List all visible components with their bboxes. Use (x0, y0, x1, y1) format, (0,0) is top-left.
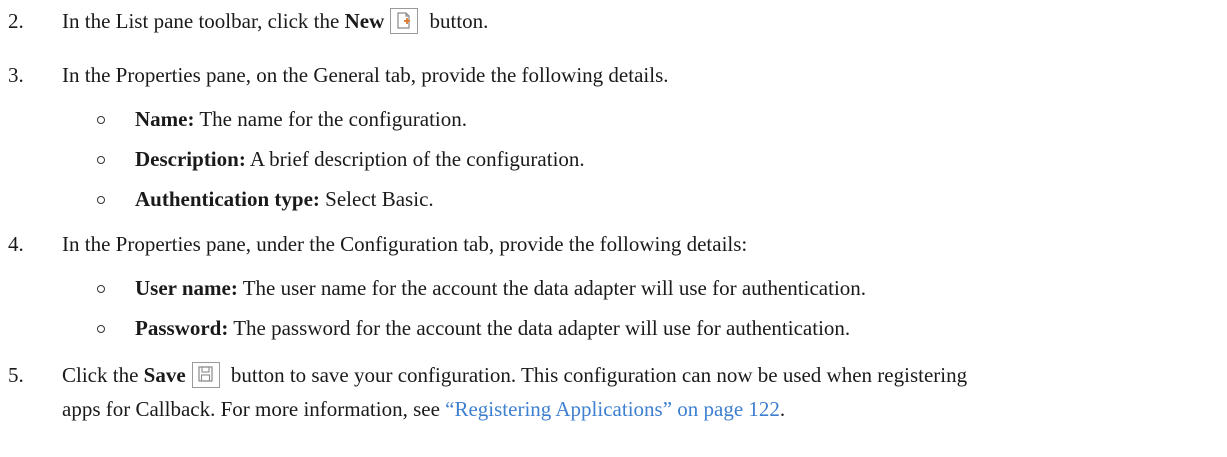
bullet-label: Description: (135, 147, 246, 171)
step-text: apps for Callback. For more information,… (62, 397, 446, 421)
step-text: Click the (62, 363, 144, 387)
new-button-label: New (344, 9, 385, 33)
bullet-label: Password: (135, 316, 229, 340)
step-text: In the Properties pane, on the General t… (62, 63, 669, 87)
step-number: 3. (8, 63, 24, 87)
bullet-label: Authentication type: (135, 187, 320, 211)
step-5-continuation: apps for Callback. For more information,… (62, 396, 785, 422)
registering-applications-link[interactable]: “Registering Applications” on page 122 (445, 397, 780, 421)
bullet-icon (97, 285, 105, 293)
bullet-text: A brief description of the configuration… (245, 147, 585, 171)
step-text: In the List pane toolbar, click the (62, 9, 345, 33)
step-text: In the Properties pane, under the Config… (62, 232, 748, 256)
bullet-label: Name: (135, 107, 195, 131)
bullet-icon (97, 325, 105, 333)
bullet-text: The user name for the account the data a… (237, 276, 867, 300)
bullet-icon (97, 156, 105, 164)
bullet-text: The password for the account the data ad… (228, 316, 851, 340)
save-button-label: Save (143, 363, 186, 387)
save-icon (191, 362, 220, 388)
step-number: 4. (8, 232, 24, 256)
step-text-end: button to save your configuration. This … (225, 363, 968, 387)
new-document-icon (390, 8, 419, 34)
step-text-end: button. (424, 9, 489, 33)
step-number: 5. (8, 363, 24, 387)
step-number: 2. (8, 9, 24, 33)
step-text-end: . (779, 397, 786, 421)
bullet-label: User name: (135, 276, 238, 300)
bullet-icon (97, 196, 105, 204)
bullet-text: The name for the configuration. (194, 107, 468, 131)
bullet-text: Select Basic. (319, 187, 434, 211)
bullet-icon (97, 116, 105, 124)
